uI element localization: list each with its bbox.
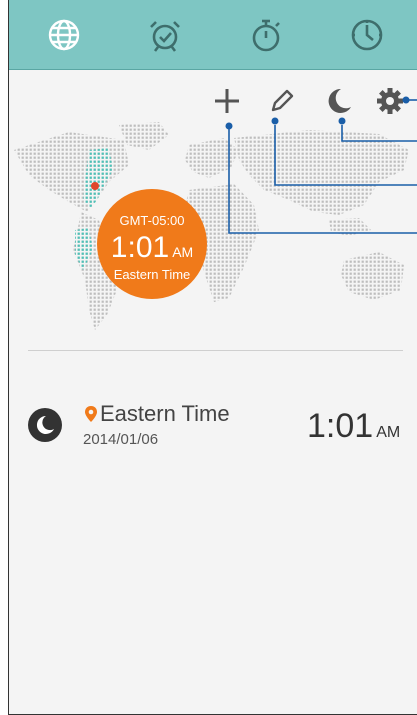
tab-bar — [9, 0, 417, 70]
tab-alarm[interactable] — [147, 17, 183, 53]
city-time: 1:01 AM — [307, 407, 400, 446]
world-map[interactable] — [9, 120, 417, 335]
bubble-time-value: 1:01 — [110, 231, 170, 264]
city-name: Eastern Time — [100, 401, 230, 426]
edit-button[interactable] — [267, 86, 297, 116]
stopwatch-icon — [252, 19, 280, 52]
bubble-ampm: AM — [172, 244, 194, 260]
moon-icon — [36, 415, 54, 434]
bubble-gmt-offset: GMT-05:00 — [119, 213, 185, 228]
add-city-button[interactable] — [212, 86, 242, 116]
settings-button[interactable] — [375, 86, 405, 116]
city-time-value: 1:01 — [307, 407, 374, 445]
tab-world-clock[interactable] — [46, 17, 82, 53]
tab-stopwatch[interactable] — [248, 17, 284, 53]
city-ampm: AM — [376, 424, 401, 441]
tab-timer[interactable] — [349, 17, 385, 53]
timer-icon — [351, 19, 383, 51]
location-pin-icon — [85, 406, 97, 422]
alarm-clock-icon — [150, 21, 180, 52]
bubble-time: 1:01 AM — [97, 231, 207, 265]
night-badge — [28, 408, 62, 442]
bubble-zone-name: Eastern Time — [113, 267, 191, 282]
city-date: 2014/01/06 — [83, 431, 159, 448]
location-marker — [91, 182, 99, 190]
globe-icon — [48, 19, 80, 51]
moon-icon — [328, 88, 351, 113]
app-screen: GMT-05:00 1:01 AM Eastern Time Eastern Ti… — [8, 0, 417, 715]
plus-icon — [215, 89, 239, 113]
gear-icon — [377, 88, 403, 114]
pencil-icon — [271, 89, 294, 112]
list-item[interactable]: Eastern Time 2014/01/06 1:01 AM — [9, 392, 417, 456]
divider — [28, 350, 403, 351]
night-mode-button[interactable] — [324, 86, 354, 116]
timezone-bubble[interactable]: GMT-05:00 1:01 AM Eastern Time — [97, 189, 207, 299]
